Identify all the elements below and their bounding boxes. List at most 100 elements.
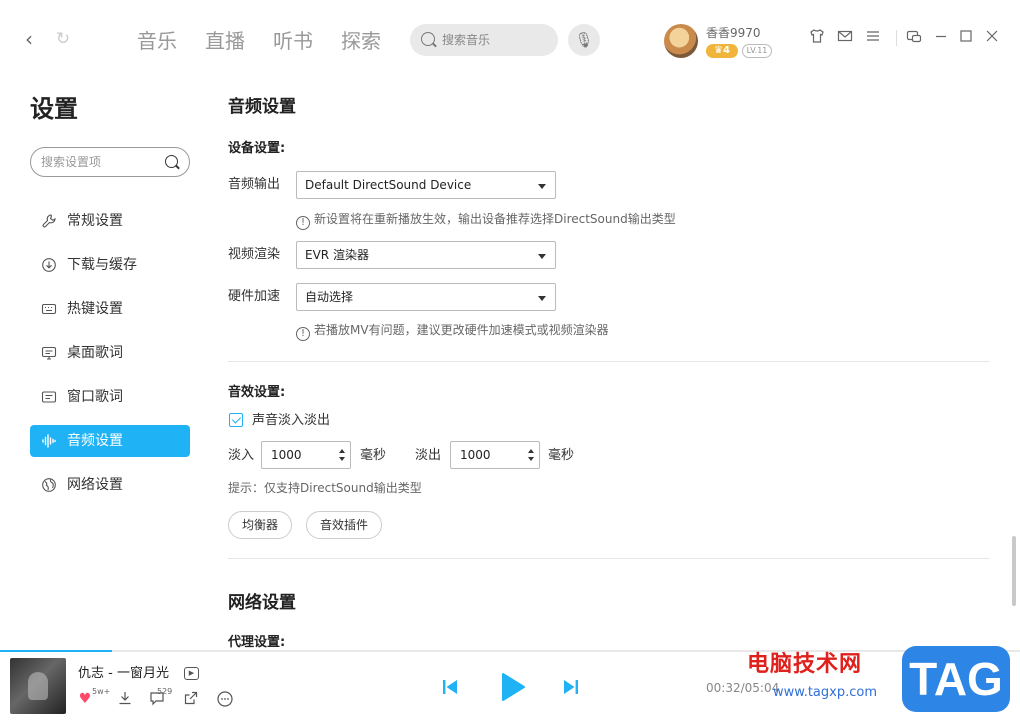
effect-settings-heading: 音效设置: (228, 385, 286, 400)
sidebar-item-window-lyrics[interactable]: 窗口歌词 (30, 381, 190, 413)
directsound-tip: 提示：仅支持DirectSound输出类型 (228, 481, 422, 495)
title-divider (896, 30, 897, 46)
refresh-icon[interactable]: ↻ (52, 28, 74, 50)
mv-icon[interactable]: ▶ (184, 667, 199, 680)
share-icon[interactable] (182, 690, 200, 708)
wrench-icon (41, 213, 57, 229)
tab-audiobook[interactable]: 听书 (273, 28, 313, 54)
mini-mode-icon[interactable] (904, 28, 924, 48)
content-scrollbar[interactable] (1012, 536, 1016, 606)
tab-explore[interactable]: 探索 (341, 28, 381, 54)
album-cover[interactable] (10, 658, 66, 714)
download-song-icon[interactable] (116, 690, 134, 708)
video-render-select[interactable]: EVR 渲染器 (296, 241, 556, 269)
like-count: 5w+ (92, 687, 111, 696)
back-icon[interactable]: ‹ (18, 28, 40, 50)
video-render-label: 视频渲染 (228, 247, 281, 262)
level-badge[interactable]: LV.11 (742, 44, 772, 58)
fade-out-stepper[interactable]: 1000 (450, 441, 540, 469)
hardware-accel-value: 自动选择 (305, 290, 354, 304)
comment-count: 529 (157, 687, 173, 696)
playback-time: 00:32/05:04 (706, 681, 780, 695)
skin-icon[interactable] (807, 28, 827, 48)
fade-in-label: 淡入 (228, 448, 255, 463)
next-track-icon[interactable] (561, 677, 581, 697)
fade-in-unit: 毫秒 (360, 448, 387, 463)
vip-level: 4 (723, 45, 730, 56)
sidebar-item-download[interactable]: 下载与缓存 (30, 249, 190, 281)
equalizer-button[interactable]: 均衡器 (228, 511, 292, 539)
desktop-lyrics-icon (41, 345, 57, 361)
fade-checkbox[interactable] (229, 413, 243, 427)
stepper-up-icon[interactable] (528, 449, 534, 453)
hardware-accel-hint-text: 若播放MV有问题，建议更改硬件加速模式或视频渲染器 (314, 323, 609, 337)
menu-icon[interactable] (863, 28, 883, 48)
settings-search-placeholder: 搜索设置项 (41, 155, 102, 169)
tab-live[interactable]: 直播 (205, 28, 245, 54)
watermark-text: 电脑技术网 (747, 652, 863, 677)
audio-output-hint-text: 新设置将在重新播放生效，输出设备推荐选择DirectSound输出类型 (314, 212, 676, 226)
sidebar-item-label: 窗口歌词 (67, 389, 123, 405)
settings-search-input[interactable]: 搜索设置项 (30, 147, 190, 177)
playback-progress-fill[interactable] (0, 650, 113, 652)
hardware-accel-label: 硬件加速 (228, 289, 281, 304)
hardware-accel-select[interactable]: 自动选择 (296, 283, 556, 311)
search-icon[interactable] (165, 155, 178, 168)
sidebar-item-label: 网络设置 (67, 477, 123, 493)
section-divider (228, 361, 990, 362)
mail-icon[interactable] (835, 28, 855, 48)
avatar[interactable] (664, 24, 698, 58)
audio-output-value: Default DirectSound Device (305, 178, 472, 192)
effect-plugin-button[interactable]: 音效插件 (306, 511, 382, 539)
hardware-accel-hint: ! 若播放MV有问题，建议更改硬件加速模式或视频渲染器 (296, 322, 609, 341)
info-icon: ! (296, 216, 310, 230)
cover-figure (28, 672, 48, 700)
music-search-input[interactable]: 搜索音乐 (410, 24, 558, 56)
audio-wave-icon (41, 433, 57, 449)
fade-out-label: 淡出 (415, 448, 442, 463)
playback-progress-track[interactable] (0, 650, 1020, 652)
sidebar-item-audio[interactable]: 音频设置 (30, 425, 190, 457)
fade-in-value: 1000 (271, 448, 302, 462)
section-divider (228, 558, 990, 559)
settings-window: ‹ ↻ 音乐 直播 听书 探索 搜索音乐 🎙 香香9970 ♛4 LV.11 设… (0, 0, 1020, 720)
sidebar-item-label: 下载与缓存 (67, 257, 137, 273)
video-render-value: EVR 渲染器 (305, 248, 369, 262)
top-bar: ‹ ↻ 音乐 直播 听书 探索 搜索音乐 🎙 香香9970 ♛4 LV.11 (0, 0, 1020, 80)
sidebar-item-label: 热键设置 (67, 301, 123, 317)
mic-icon[interactable]: 🎙 (568, 24, 600, 56)
maximize-icon[interactable] (956, 28, 976, 48)
sidebar-item-desktop-lyrics[interactable]: 桌面歌词 (30, 337, 190, 369)
stepper-down-icon[interactable] (339, 457, 345, 461)
audio-output-hint: ! 新设置将在重新播放生效，输出设备推荐选择DirectSound输出类型 (296, 211, 676, 230)
vip-badge[interactable]: ♛4 (706, 44, 738, 58)
audio-output-select[interactable]: Default DirectSound Device (296, 171, 556, 199)
vip-crown-icon: ♛ (714, 45, 723, 56)
fade-checkbox-label[interactable]: 声音淡入淡出 (252, 412, 330, 430)
play-icon[interactable] (496, 671, 528, 703)
watermark-tag-logo: TAG (902, 646, 1010, 712)
stepper-down-icon[interactable] (528, 457, 534, 461)
dropdown-arrow-icon (538, 184, 546, 189)
sidebar-item-hotkeys[interactable]: 热键设置 (30, 293, 190, 325)
fade-out-unit: 毫秒 (548, 448, 575, 463)
globe-icon (41, 477, 57, 493)
song-title[interactable]: 仇志 - 一窗月光 (78, 665, 169, 683)
username[interactable]: 香香9970 (706, 26, 761, 40)
previous-track-icon[interactable] (440, 677, 460, 697)
more-icon[interactable] (216, 690, 234, 708)
info-icon: ! (296, 327, 310, 341)
audio-settings-title: 音频设置 (228, 97, 296, 117)
fade-in-stepper[interactable]: 1000 (261, 441, 351, 469)
tab-music[interactable]: 音乐 (137, 28, 177, 54)
close-icon[interactable] (982, 28, 1002, 48)
stepper-up-icon[interactable] (339, 449, 345, 453)
dropdown-arrow-icon (538, 254, 546, 259)
sidebar-item-network[interactable]: 网络设置 (30, 469, 190, 501)
sidebar-item-general[interactable]: 常规设置 (30, 205, 190, 237)
window-lyrics-icon (41, 389, 57, 405)
audio-output-label: 音频输出 (228, 177, 281, 192)
minimize-icon[interactable] (931, 28, 951, 48)
download-icon (41, 257, 57, 273)
dropdown-arrow-icon (538, 296, 546, 301)
